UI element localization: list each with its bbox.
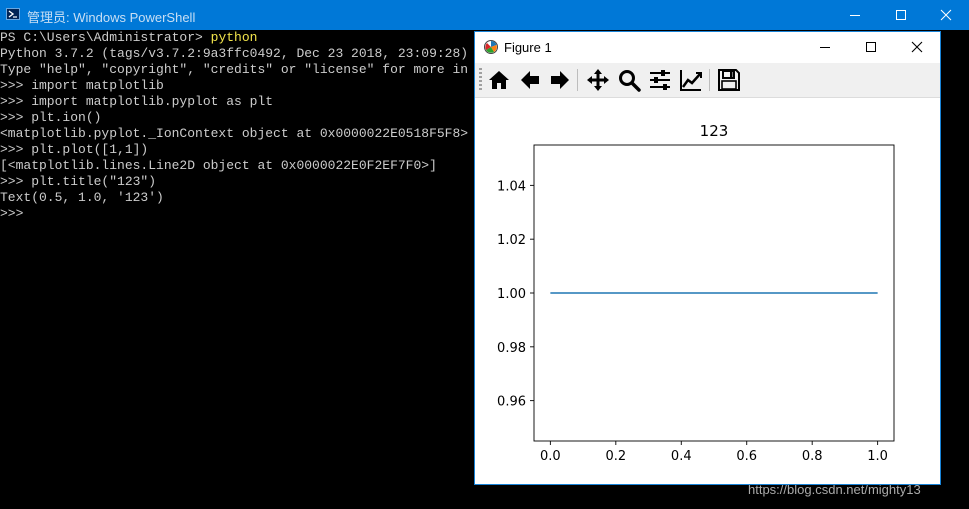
y-tick-label: 1.02 — [497, 233, 526, 248]
y-tick-label: 0.96 — [497, 395, 526, 410]
customize-icon[interactable] — [678, 67, 704, 93]
console-line: >>> import matplotlib — [0, 78, 468, 94]
subplots-icon[interactable] — [647, 67, 673, 93]
home-icon[interactable] — [486, 67, 512, 93]
x-tick-label: 0.6 — [736, 449, 757, 464]
console-output: PS C:\Users\Administrator> python Python … — [0, 30, 468, 222]
x-tick-label: 0.4 — [671, 449, 692, 464]
console-text: Type "help", "copyright", "credits" or "… — [0, 62, 469, 77]
console-line: [<matplotlib.lines.Line2D object at 0x00… — [0, 158, 468, 174]
pan-icon[interactable] — [585, 67, 611, 93]
plot-canvas[interactable]: 123 0.0 0.2 0.4 0.6 0.8 1.0 0.96 0.98 1.00 1.02 1.0… — [475, 98, 940, 484]
console-line: >>> plt.ion() — [0, 110, 468, 126]
y-tick-label: 1.04 — [497, 179, 526, 194]
figure-window: Figure 1 123 0.0 0.2 0.4 0.6 0.8 1.0 0.9… — [474, 31, 941, 485]
figure-window-title: Figure 1 — [504, 40, 552, 55]
toolbar-separator — [577, 69, 578, 91]
powershell-window-title: 管理员: Windows PowerShell — [27, 10, 196, 25]
navigation-toolbar — [475, 63, 940, 98]
console-text: Python 3.7.2 (tags/v3.7.2:9a3ffc0492, De… — [0, 46, 469, 61]
x-tick-label: 0.0 — [540, 449, 561, 464]
console-line: >>> import matplotlib.pyplot as plt — [0, 94, 468, 110]
console-text: >>> import matplotlib — [0, 78, 164, 93]
ps-maximize-button[interactable] — [878, 0, 924, 30]
console-line: <matplotlib.pyplot._IonContext object at… — [0, 126, 468, 142]
fig-maximize-button[interactable] — [848, 32, 894, 62]
ps-close-button[interactable] — [923, 0, 969, 30]
console-text: >>> plt.ion() — [0, 110, 102, 125]
fig-close-button[interactable] — [894, 32, 940, 62]
console-text: Text(0.5, 1.0, '123') — [0, 190, 164, 205]
y-tick-label: 1.00 — [497, 287, 526, 302]
console-text: >>> plt.plot([1,1]) — [0, 142, 149, 157]
matplotlib-logo-icon — [484, 40, 498, 54]
console-text: >>> — [0, 206, 24, 221]
toolbar-separator — [709, 69, 710, 91]
chart-title: 123 — [700, 122, 729, 140]
fig-minimize-button[interactable] — [802, 32, 848, 62]
figure-titlebar[interactable]: Figure 1 — [475, 32, 940, 62]
forward-arrow-icon[interactable] — [547, 67, 573, 93]
console-text: [<matplotlib.lines.Line2D object at 0x00… — [0, 158, 437, 173]
ps-minimize-button[interactable] — [832, 0, 878, 30]
line-chart: 123 0.0 0.2 0.4 0.6 0.8 1.0 0.96 0.98 1.00 1.02 1.0… — [497, 122, 895, 464]
console-line: >>> plt.title("123") — [0, 174, 468, 190]
powershell-titlebar[interactable]: 管理员: Windows PowerShell — [0, 0, 969, 30]
toolbar-grip[interactable] — [479, 68, 482, 92]
y-tick-label: 0.98 — [497, 341, 526, 356]
powershell-icon — [6, 8, 20, 20]
console-text: >>> import matplotlib.pyplot as plt — [0, 94, 274, 109]
x-tick-label: 0.8 — [802, 449, 823, 464]
console-line: >>> plt.plot([1,1]) — [0, 142, 468, 158]
console-text: PS C:\Users\Administrator> — [0, 30, 211, 45]
console-command: python — [210, 30, 258, 45]
console-line: Python 3.7.2 (tags/v3.7.2:9a3ffc0492, De… — [0, 46, 468, 62]
save-icon[interactable] — [716, 67, 742, 93]
console-line: Type "help", "copyright", "credits" or "… — [0, 62, 468, 78]
console-text: <matplotlib.pyplot._IonContext object at… — [0, 126, 469, 141]
console-line: Text(0.5, 1.0, '123') — [0, 190, 468, 206]
x-tick-label: 1.0 — [867, 449, 888, 464]
zoom-icon[interactable] — [616, 67, 642, 93]
console-line: PS C:\Users\Administrator> python — [0, 30, 468, 46]
x-tick-label: 0.2 — [605, 449, 626, 464]
back-arrow-icon[interactable] — [517, 67, 543, 93]
console-text: >>> plt.title("123") — [0, 174, 157, 189]
console-line: >>> — [0, 206, 468, 222]
